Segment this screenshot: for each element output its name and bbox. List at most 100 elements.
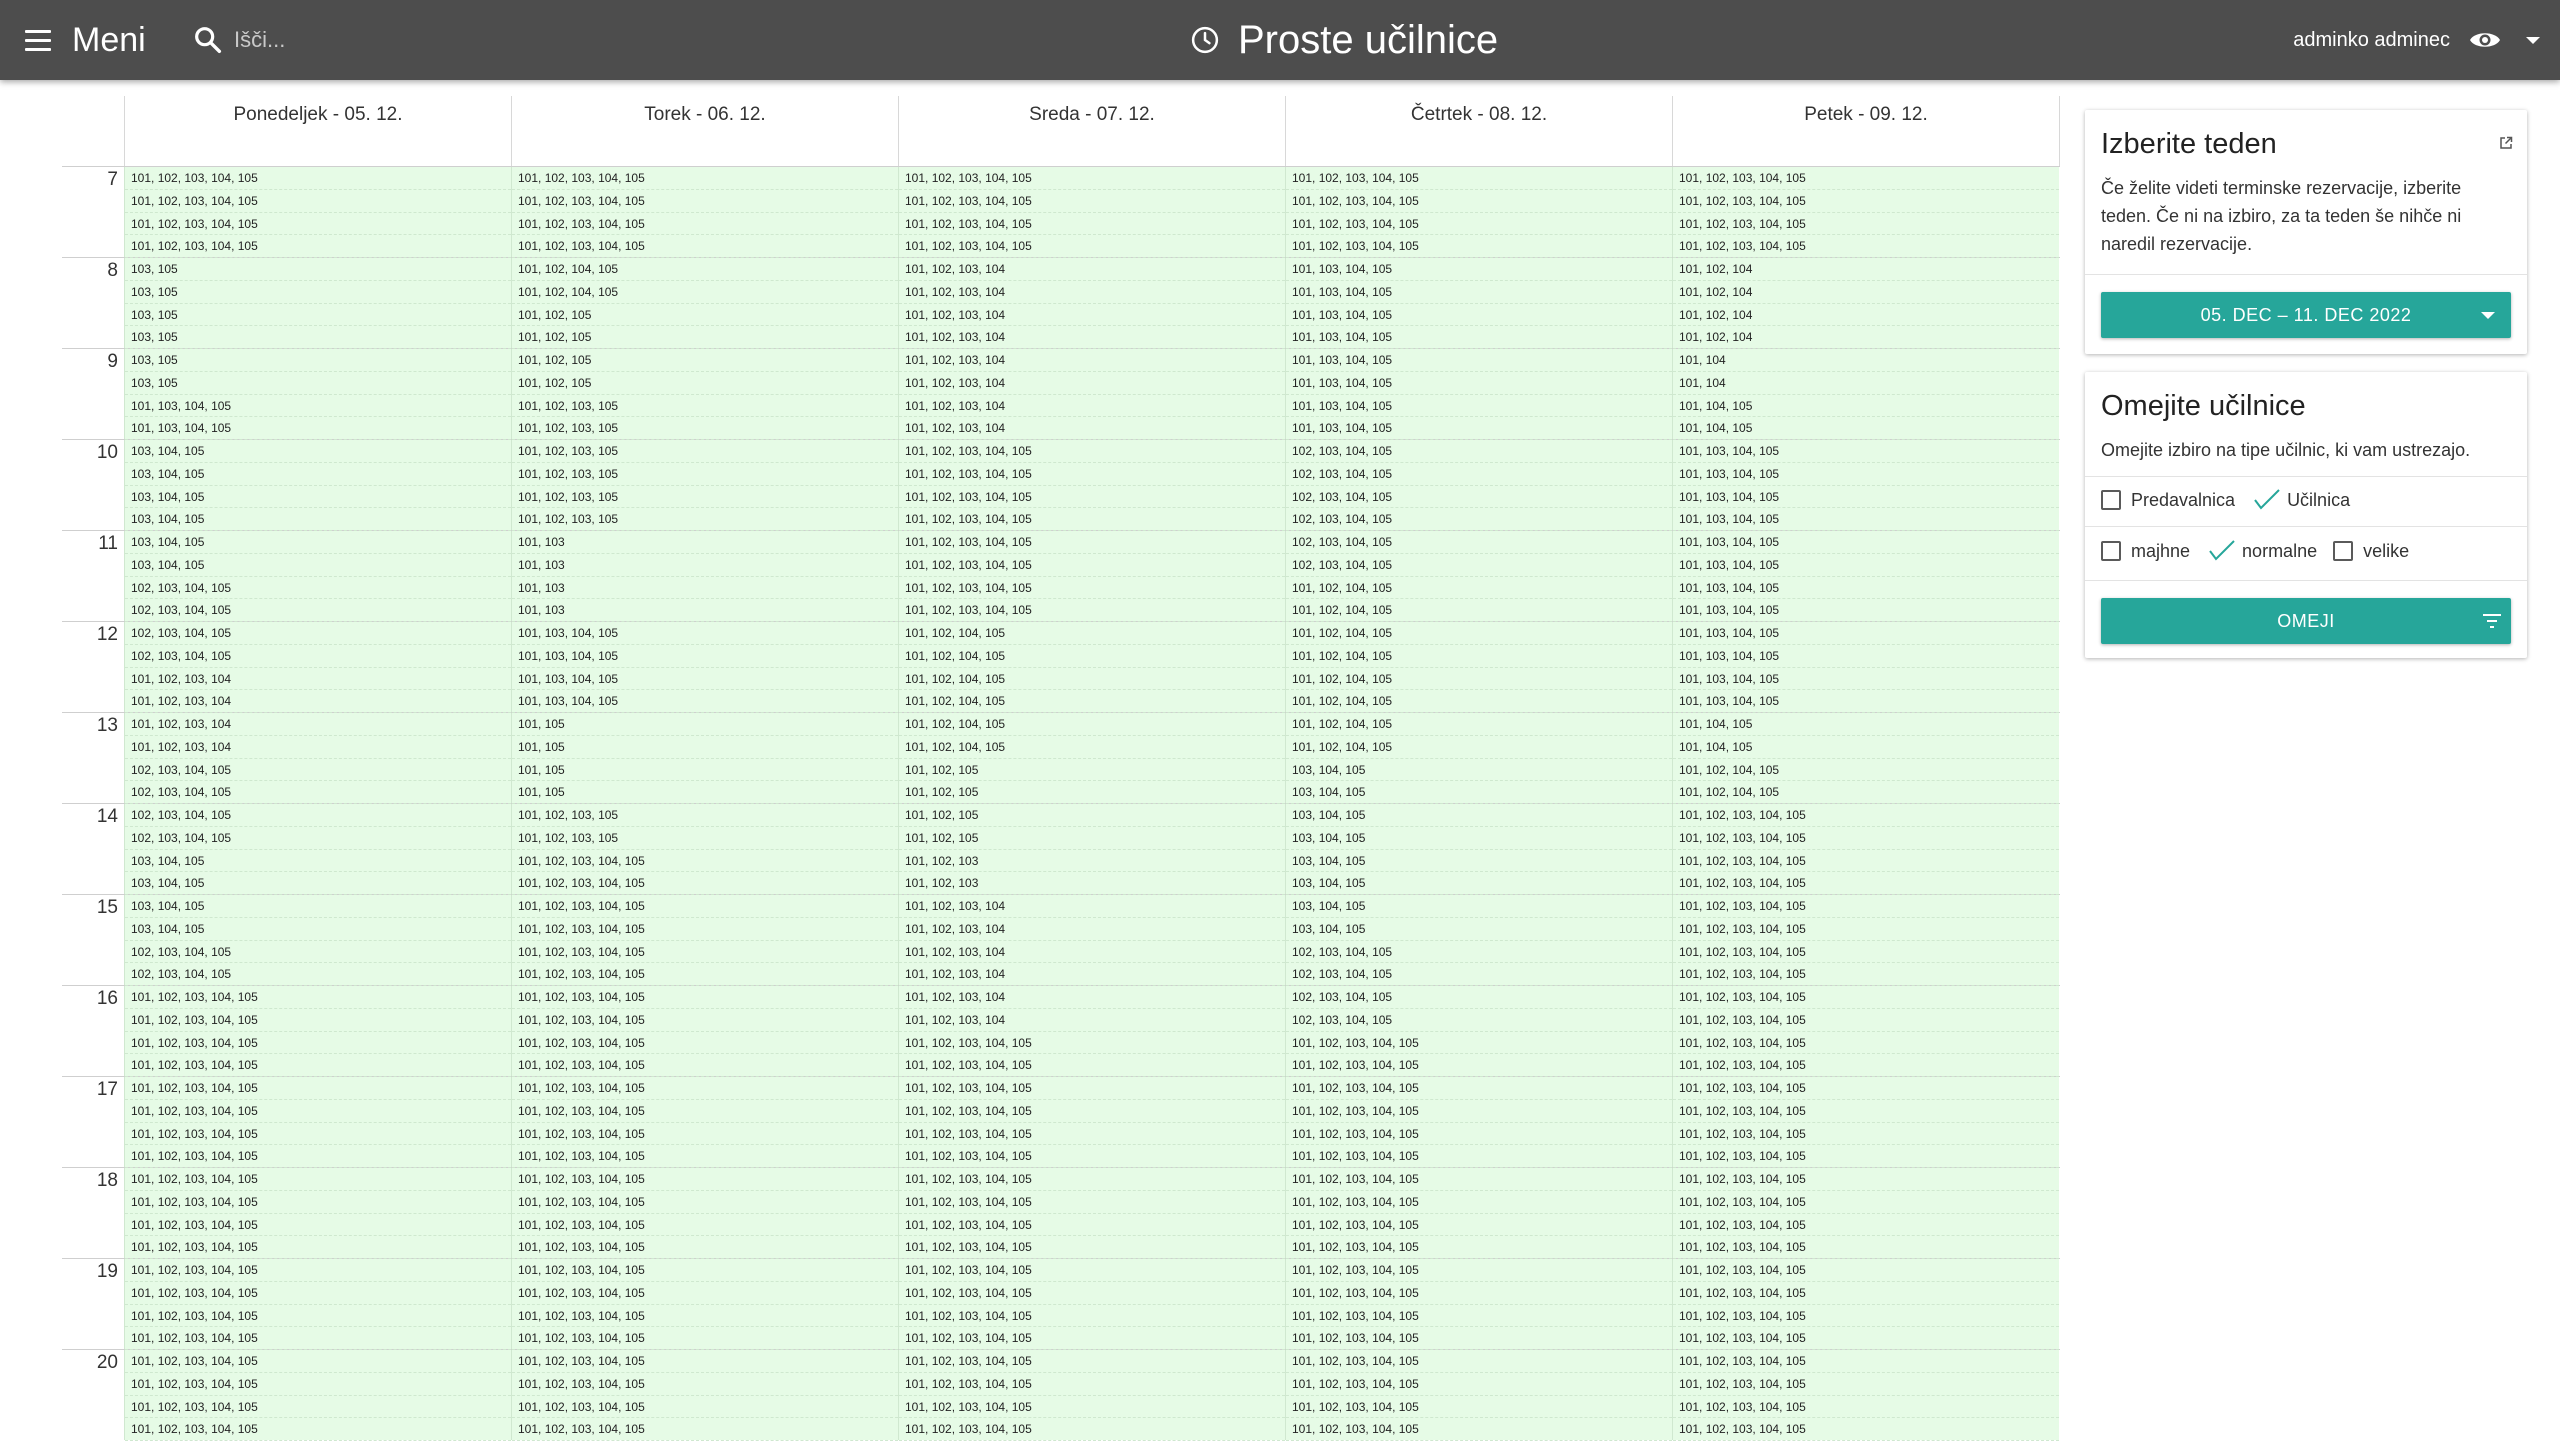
- free-rooms-slot[interactable]: 101, 102, 104, 105: [899, 645, 1285, 668]
- free-rooms-slot[interactable]: 101, 102, 103, 104, 105: [1673, 1191, 2059, 1214]
- free-rooms-slot[interactable]: 101, 102, 103, 104: [899, 258, 1285, 281]
- free-rooms-slot[interactable]: 101, 102, 103, 104, 105: [1673, 827, 2059, 850]
- free-rooms-slot[interactable]: 101, 102, 103, 104: [899, 986, 1285, 1009]
- free-rooms-slot[interactable]: 101, 102, 103, 104, 105: [1673, 804, 2059, 827]
- free-rooms-slot[interactable]: 101, 103, 104, 105: [1286, 304, 1672, 327]
- free-rooms-slot[interactable]: 103, 104, 105: [125, 554, 511, 577]
- free-rooms-slot[interactable]: 101, 102, 103, 104, 105: [899, 190, 1285, 213]
- free-rooms-slot[interactable]: 101, 103, 104, 105: [1673, 463, 2059, 486]
- free-rooms-slot[interactable]: 103, 104, 105: [125, 850, 511, 873]
- free-rooms-slot[interactable]: 101, 104, 105: [1673, 713, 2059, 736]
- free-rooms-slot[interactable]: 101, 102, 103, 104, 105: [1673, 167, 2059, 190]
- free-rooms-slot[interactable]: 101, 102, 105: [512, 349, 898, 372]
- free-rooms-slot[interactable]: 101, 105: [512, 759, 898, 782]
- free-rooms-slot[interactable]: 103, 104, 105: [125, 508, 511, 531]
- free-rooms-slot[interactable]: 101, 102, 103, 104, 105: [899, 213, 1285, 236]
- free-rooms-slot[interactable]: 101, 103, 104, 105: [125, 395, 511, 418]
- free-rooms-slot[interactable]: 101, 102, 103, 104, 105: [1286, 1418, 1672, 1441]
- free-rooms-slot[interactable]: 101, 102, 103, 104, 105: [512, 986, 898, 1009]
- free-rooms-slot[interactable]: 101, 102, 103, 104, 105: [899, 1100, 1285, 1123]
- free-rooms-slot[interactable]: 103, 104, 105: [1286, 759, 1672, 782]
- free-rooms-slot[interactable]: 101, 102, 103, 104, 105: [125, 1418, 511, 1441]
- free-rooms-slot[interactable]: 101, 102, 103, 104: [899, 895, 1285, 918]
- free-rooms-slot[interactable]: 101, 102, 103, 104, 105: [899, 531, 1285, 554]
- free-rooms-slot[interactable]: 101, 102, 105: [899, 781, 1285, 804]
- free-rooms-slot[interactable]: 101, 102, 103, 104, 105: [125, 1100, 511, 1123]
- free-rooms-slot[interactable]: 101, 102, 103, 104, 105: [1673, 850, 2059, 873]
- free-rooms-slot[interactable]: 101, 102, 103, 104, 105: [899, 440, 1285, 463]
- free-rooms-slot[interactable]: 101, 102, 103, 104, 105: [1286, 1100, 1672, 1123]
- free-rooms-slot[interactable]: 101, 102, 103, 104, 105: [1673, 1054, 2059, 1077]
- free-rooms-slot[interactable]: 101, 102, 103, 104, 105: [125, 1396, 511, 1419]
- free-rooms-slot[interactable]: 101, 103, 104, 105: [1673, 486, 2059, 509]
- free-rooms-slot[interactable]: 101, 102, 103, 104, 105: [1286, 1123, 1672, 1146]
- free-rooms-slot[interactable]: 101, 104: [1673, 349, 2059, 372]
- free-rooms-slot[interactable]: 101, 102, 103, 105: [512, 395, 898, 418]
- free-rooms-slot[interactable]: 101, 102, 103, 104, 105: [125, 1282, 511, 1305]
- free-rooms-slot[interactable]: 101, 102, 103, 104, 105: [899, 167, 1285, 190]
- free-rooms-slot[interactable]: 101, 102, 103, 104, 105: [1673, 1259, 2059, 1282]
- free-rooms-slot[interactable]: 101, 102, 103, 105: [512, 440, 898, 463]
- free-rooms-slot[interactable]: 101, 102, 104, 105: [899, 736, 1285, 759]
- free-rooms-slot[interactable]: 101, 102, 104, 105: [1286, 622, 1672, 645]
- free-rooms-slot[interactable]: 101, 103, 104, 105: [1286, 281, 1672, 304]
- free-rooms-slot[interactable]: 101, 102, 103, 104, 105: [512, 1418, 898, 1441]
- free-rooms-slot[interactable]: 101, 102, 103, 104, 105: [125, 1214, 511, 1237]
- free-rooms-slot[interactable]: 102, 103, 104, 105: [125, 941, 511, 964]
- free-rooms-slot[interactable]: 101, 102, 103, 104, 105: [899, 554, 1285, 577]
- free-rooms-slot[interactable]: 101, 102, 103, 104: [125, 736, 511, 759]
- free-rooms-slot[interactable]: 101, 102, 103, 104, 105: [1673, 1282, 2059, 1305]
- free-rooms-slot[interactable]: 102, 103, 104, 105: [1286, 463, 1672, 486]
- free-rooms-slot[interactable]: 101, 102, 105: [899, 804, 1285, 827]
- free-rooms-slot[interactable]: 101, 102, 103, 104, 105: [899, 1327, 1285, 1350]
- free-rooms-slot[interactable]: 101, 102, 103, 104, 105: [1673, 213, 2059, 236]
- free-rooms-slot[interactable]: 101, 102, 104, 105: [1286, 736, 1672, 759]
- free-rooms-slot[interactable]: 101, 102, 103, 104, 105: [125, 1236, 511, 1259]
- free-rooms-slot[interactable]: 101, 103: [512, 531, 898, 554]
- free-rooms-slot[interactable]: 103, 105: [125, 372, 511, 395]
- checkbox-unchecked[interactable]: [2333, 541, 2354, 561]
- free-rooms-slot[interactable]: 101, 103: [512, 577, 898, 600]
- free-rooms-slot[interactable]: 101, 102, 103, 104, 105: [899, 486, 1285, 509]
- free-rooms-slot[interactable]: 101, 102, 103, 104, 105: [512, 1009, 898, 1032]
- free-rooms-slot[interactable]: 101, 103, 104, 105: [1673, 668, 2059, 691]
- free-rooms-slot[interactable]: 103, 104, 105: [1286, 804, 1672, 827]
- free-rooms-slot[interactable]: 101, 102, 103, 104, 105: [1286, 1282, 1672, 1305]
- free-rooms-slot[interactable]: 101, 102, 103, 104, 105: [899, 599, 1285, 622]
- free-rooms-slot[interactable]: 101, 102, 103, 104, 105: [1673, 1373, 2059, 1396]
- free-rooms-slot[interactable]: 101, 102, 103, 104: [899, 963, 1285, 986]
- free-rooms-slot[interactable]: 101, 102, 103, 104, 105: [125, 1350, 511, 1373]
- free-rooms-slot[interactable]: 101, 102, 103, 104: [899, 326, 1285, 349]
- search-icon[interactable]: [192, 24, 224, 56]
- free-rooms-slot[interactable]: 101, 103, 104, 105: [1673, 531, 2059, 554]
- free-rooms-slot[interactable]: 101, 102, 103, 104: [899, 304, 1285, 327]
- free-rooms-slot[interactable]: 101, 102, 103, 105: [512, 486, 898, 509]
- free-rooms-slot[interactable]: 103, 104, 105: [125, 440, 511, 463]
- free-rooms-slot[interactable]: 103, 104, 105: [125, 531, 511, 554]
- free-rooms-slot[interactable]: 101, 102, 104, 105: [899, 668, 1285, 691]
- free-rooms-slot[interactable]: 101, 104: [1673, 372, 2059, 395]
- free-rooms-slot[interactable]: 103, 105: [125, 304, 511, 327]
- free-rooms-slot[interactable]: 101, 105: [512, 736, 898, 759]
- free-rooms-slot[interactable]: 101, 102, 103, 104, 105: [1673, 1009, 2059, 1032]
- free-rooms-slot[interactable]: 101, 102, 103, 104, 105: [899, 1282, 1285, 1305]
- free-rooms-slot[interactable]: 101, 102, 103, 104, 105: [512, 1123, 898, 1146]
- free-rooms-slot[interactable]: 101, 102, 103, 104, 105: [512, 1191, 898, 1214]
- free-rooms-slot[interactable]: 101, 102, 103, 104, 105: [1673, 1100, 2059, 1123]
- free-rooms-slot[interactable]: 101, 102, 103, 104, 105: [512, 1282, 898, 1305]
- free-rooms-slot[interactable]: 101, 102, 105: [899, 759, 1285, 782]
- free-rooms-slot[interactable]: 101, 103, 104, 105: [1673, 440, 2059, 463]
- free-rooms-slot[interactable]: 101, 102, 105: [512, 372, 898, 395]
- free-rooms-slot[interactable]: 101, 102, 104, 105: [1286, 645, 1672, 668]
- free-rooms-slot[interactable]: 101, 102, 103, 104, 105: [125, 190, 511, 213]
- free-rooms-slot[interactable]: 101, 102, 103, 104, 105: [1286, 1077, 1672, 1100]
- free-rooms-slot[interactable]: 101, 103, 104, 105: [512, 668, 898, 691]
- free-rooms-slot[interactable]: 101, 102, 103, 104, 105: [125, 1009, 511, 1032]
- free-rooms-slot[interactable]: 101, 102, 103, 104, 105: [1286, 1168, 1672, 1191]
- free-rooms-slot[interactable]: 101, 102, 103, 104, 105: [512, 850, 898, 873]
- free-rooms-slot[interactable]: 101, 102, 103, 104, 105: [1673, 1145, 2059, 1168]
- free-rooms-slot[interactable]: 101, 102, 103, 104: [899, 395, 1285, 418]
- free-rooms-slot[interactable]: 101, 102, 103, 104, 105: [1286, 1191, 1672, 1214]
- free-rooms-slot[interactable]: 101, 102, 104, 105: [899, 690, 1285, 713]
- free-rooms-slot[interactable]: 101, 102, 103, 105: [512, 804, 898, 827]
